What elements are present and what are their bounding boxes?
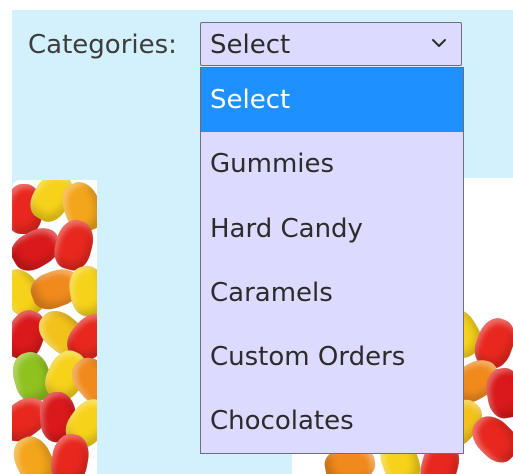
option-select[interactable]: Select [201,68,463,133]
option-chocolates[interactable]: Chocolates [201,389,463,453]
chevron-down-icon [432,39,446,47]
categories-label: Categories: [28,30,177,60]
option-gummies[interactable]: Gummies [201,132,463,196]
option-hard-candy[interactable]: Hard Candy [201,197,463,261]
option-custom-orders[interactable]: Custom Orders [201,325,463,389]
gummy-bears-photo-left [12,180,97,474]
categories-select[interactable]: Select [200,22,462,66]
selected-value: Select [210,30,291,60]
categories-dropdown-list: Select Gummies Hard Candy Caramels Custo… [200,67,464,454]
option-caramels[interactable]: Caramels [201,261,463,325]
